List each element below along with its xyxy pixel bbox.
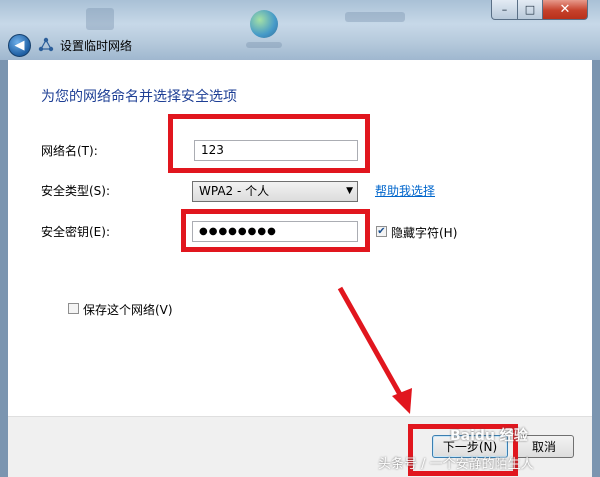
- baidu-watermark: Baidu 经验: [450, 428, 528, 444]
- annotation-arrow: [337, 286, 412, 414]
- source-watermark: 头条号 / 一个安静的陌生人: [378, 457, 534, 472]
